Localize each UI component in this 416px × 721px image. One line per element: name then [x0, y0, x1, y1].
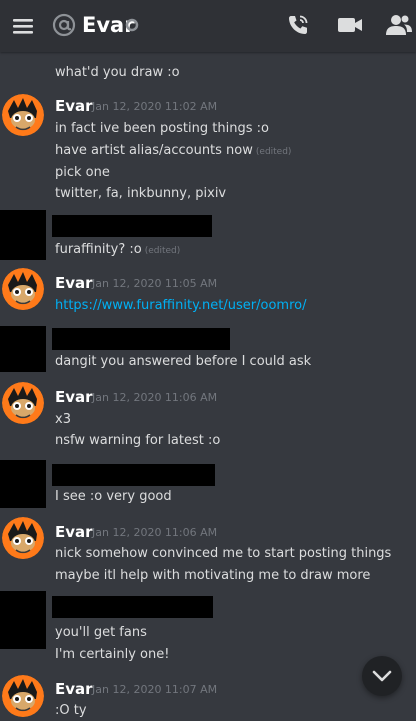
timestamp: Jan 12, 2020 11:06 AM: [92, 391, 218, 404]
redacted-avatar: [0, 460, 46, 508]
timestamp: Jan 12, 2020 11:05 AM: [92, 277, 218, 290]
phone-icon[interactable]: [286, 13, 310, 37]
edited-label: (edited): [144, 246, 181, 256]
redacted-avatar: [0, 591, 46, 649]
avatar[interactable]: [2, 382, 44, 424]
avatar[interactable]: [2, 94, 44, 136]
message-text: :O ty: [55, 703, 87, 718]
timestamp: Jan 12, 2020 11:07 AM: [92, 683, 218, 696]
status-icon: [125, 17, 139, 32]
timestamp: Jan 12, 2020 11:02 AM: [92, 100, 218, 113]
username[interactable]: Evar: [55, 273, 93, 293]
message-text: have artist alias/accounts now (edited): [55, 141, 291, 162]
chevron-down-icon: [372, 670, 392, 682]
message-list[interactable]: what'd you draw :o Evar Jan 12, 2020 11:…: [0, 52, 416, 721]
redacted-avatar: [0, 326, 46, 372]
timestamp: Jan 12, 2020 11:06 AM: [92, 526, 218, 539]
message-text: in fact ive been posting things :o: [55, 121, 269, 136]
redacted-username: [52, 596, 213, 618]
message-text: twitter, fa, inkbunny, pixiv: [55, 186, 227, 201]
message-text: dangit you answered before I could ask: [55, 354, 312, 369]
message-text-body: have artist alias/accounts now: [55, 143, 253, 158]
video-icon[interactable]: [337, 15, 363, 35]
message-text: what'd you draw :o: [55, 65, 180, 80]
redacted-username: [52, 328, 230, 350]
message-text: nsfw warning for latest :o: [55, 433, 221, 448]
at-icon: [51, 12, 77, 38]
redacted-username: [52, 215, 212, 237]
username[interactable]: Evar: [55, 387, 93, 407]
avatar[interactable]: [2, 268, 44, 310]
message-text: pick one: [55, 165, 110, 180]
avatar[interactable]: [2, 675, 44, 717]
avatar[interactable]: [2, 517, 44, 559]
username[interactable]: Evar: [55, 96, 93, 116]
message-text: furaffinity? :o (edited): [55, 240, 180, 261]
message-text: x3: [55, 412, 71, 427]
message-text: maybe itl help with motivating me to dra…: [55, 568, 371, 583]
redacted-username: [52, 464, 215, 486]
members-icon[interactable]: [385, 13, 413, 37]
redacted-avatar: [0, 210, 46, 260]
message-text: you'll get fans: [55, 625, 147, 640]
message-text: I'm certainly one!: [55, 647, 170, 662]
message-text: nick somehow convinced me to start posti…: [55, 546, 392, 561]
edited-label: (edited): [255, 147, 292, 157]
channel-header: Evar: [0, 0, 416, 52]
message-text-body: furaffinity? :o: [55, 242, 142, 257]
scroll-to-bottom-button[interactable]: [362, 656, 402, 696]
message-text: I see :o very good: [55, 489, 172, 504]
message-link[interactable]: https://www.furaffinity.net/user/oomro/: [55, 296, 306, 316]
hamburger-icon[interactable]: [12, 14, 34, 38]
username[interactable]: Evar: [55, 522, 93, 542]
username[interactable]: Evar: [55, 679, 93, 699]
